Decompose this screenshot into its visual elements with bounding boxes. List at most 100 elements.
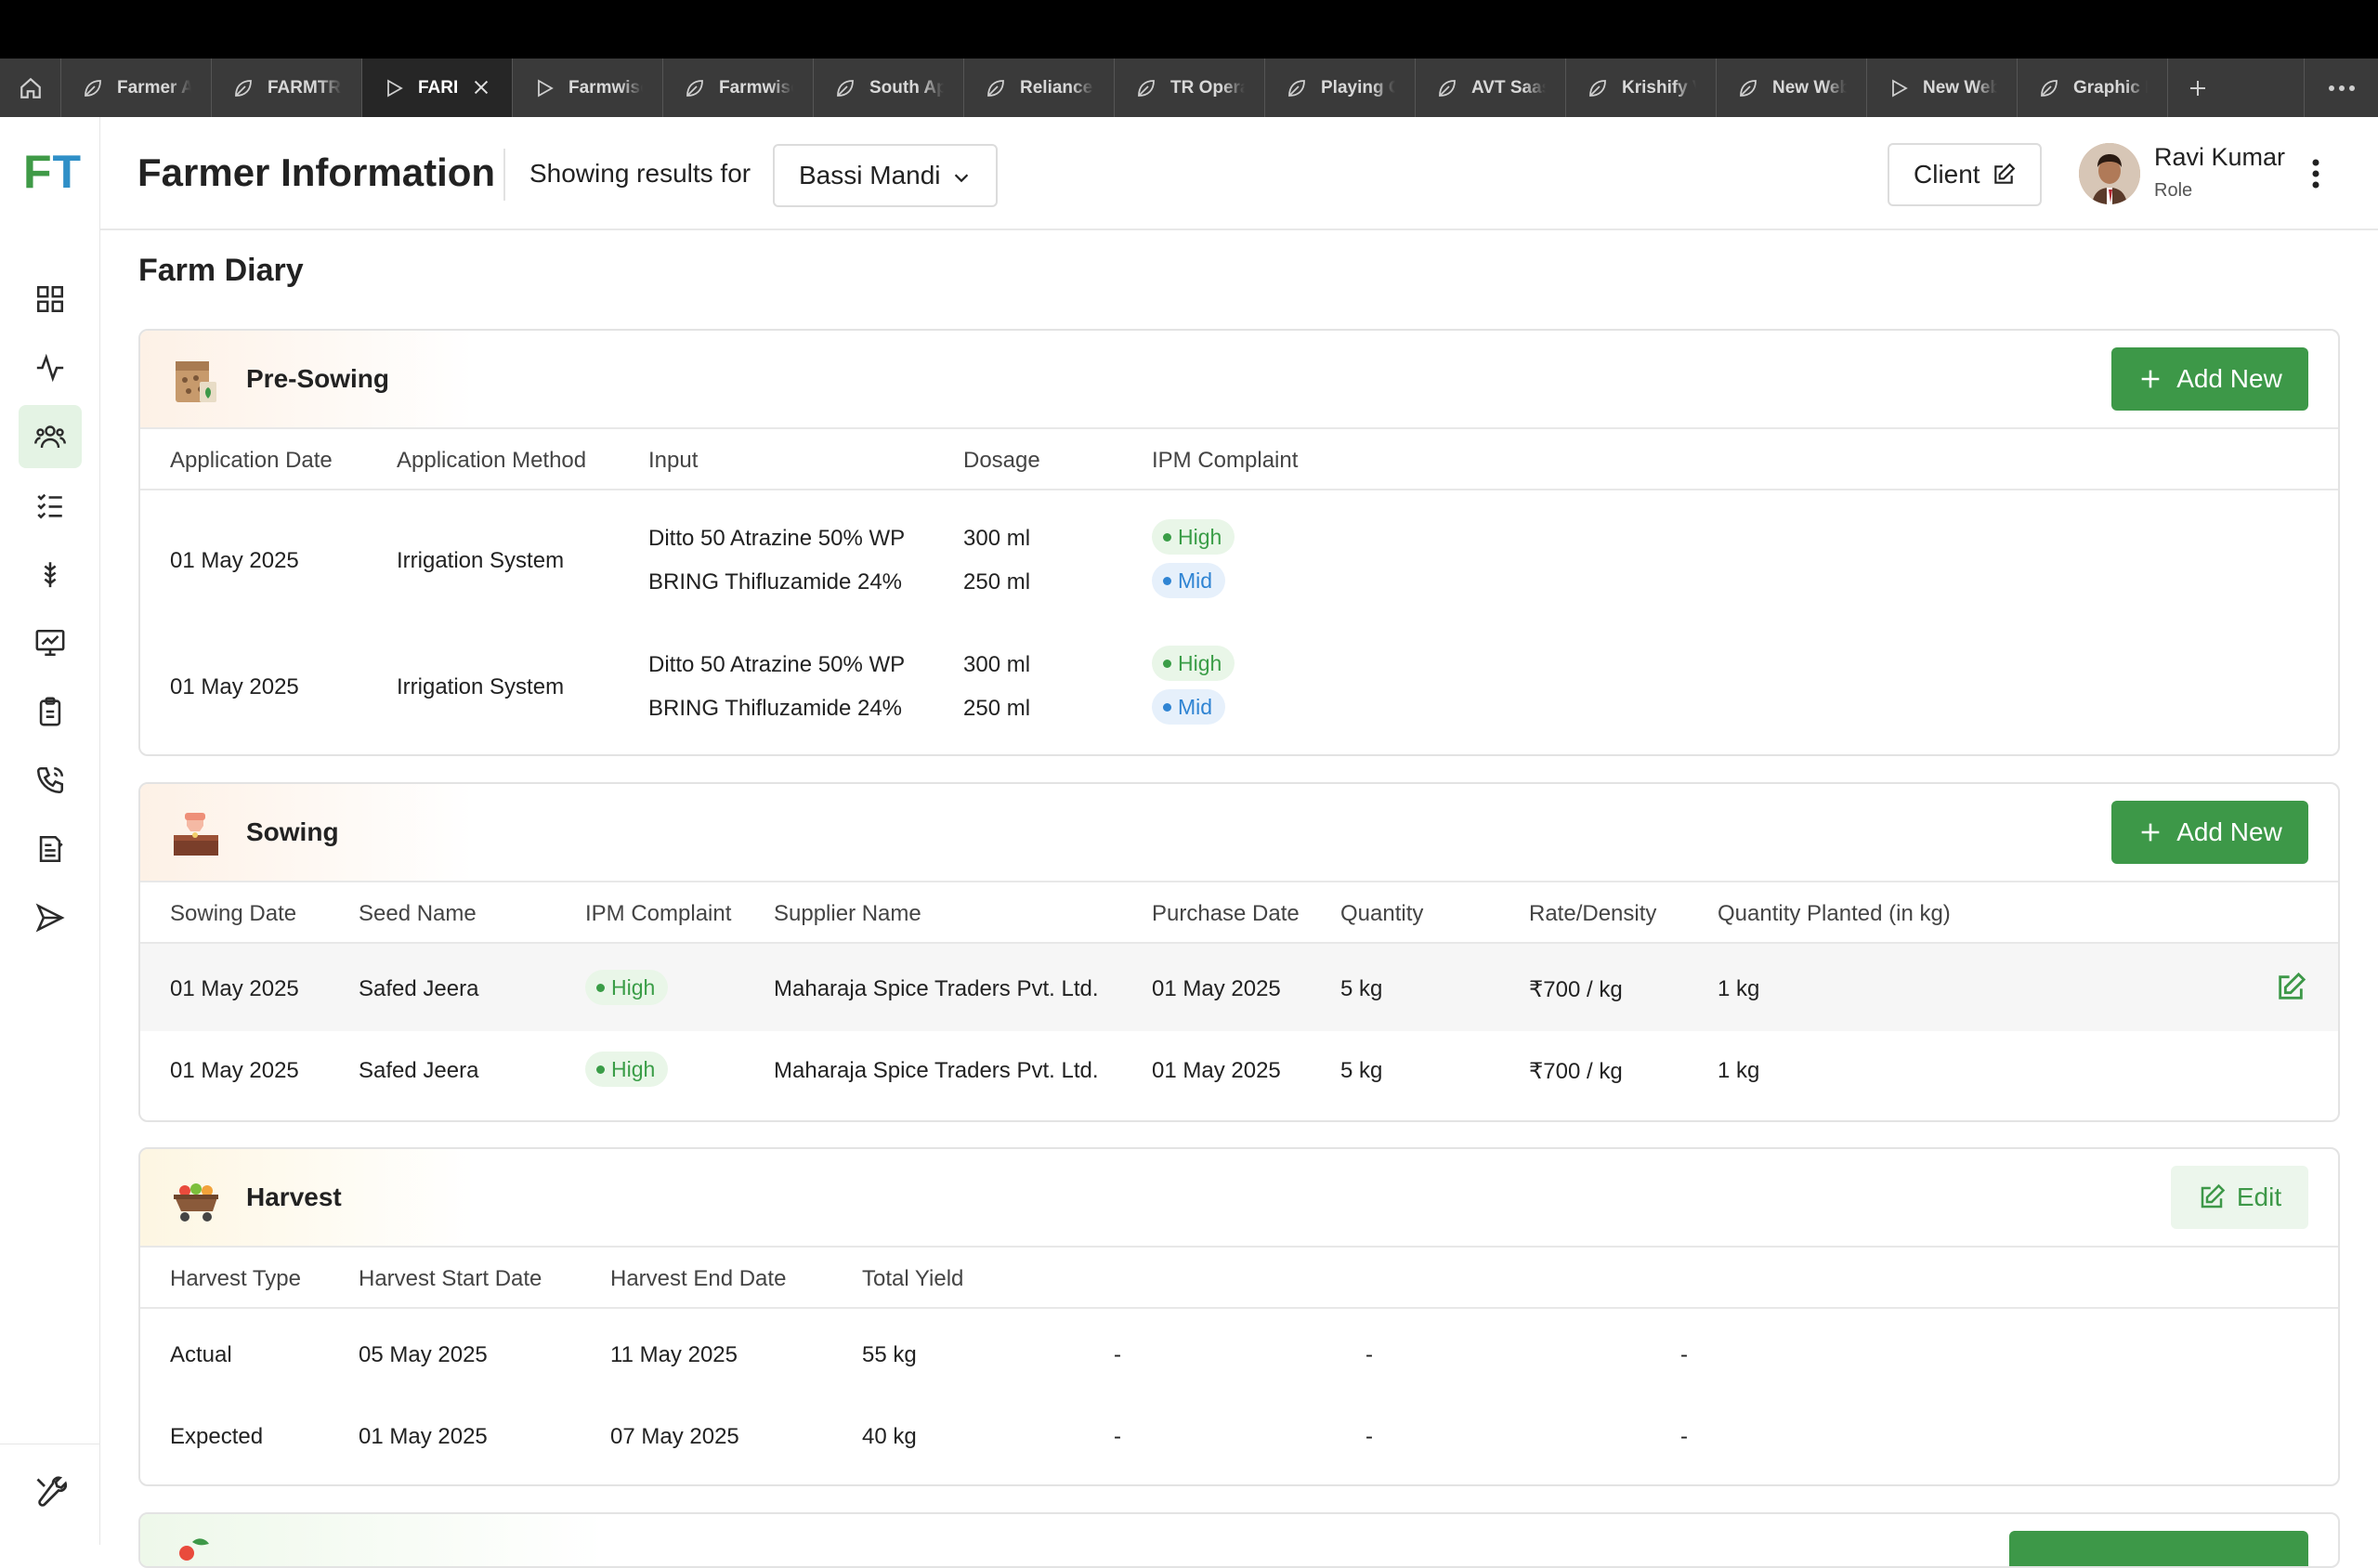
table-row[interactable]: 01 May 2025 Safed Jeera High Maharaja Sp…	[140, 944, 2338, 1031]
section-action-button[interactable]	[2009, 1531, 2308, 1566]
sowing-hand-icon	[174, 813, 218, 856]
ipm-badge-mid: Mid	[1152, 563, 1226, 598]
page-title: Farmer Information	[137, 150, 496, 194]
app-logo[interactable]: FT	[23, 145, 82, 199]
nav-tasks[interactable]	[19, 474, 82, 537]
browser-tab[interactable]: Graphic D	[2018, 59, 2168, 117]
col-seed-name: Seed Name	[359, 901, 477, 926]
checklist-icon	[37, 493, 62, 519]
table-row: Expected 01 May 2025 07 May 2025 40 kg -…	[140, 1392, 2338, 1476]
dosage: 250 ml	[963, 696, 1031, 721]
tab-label: Graphic D	[2073, 77, 2148, 98]
nav-send[interactable]	[19, 886, 82, 949]
table-row: 01 May 2025 Irrigation System Ditto 50 A…	[140, 490, 2338, 617]
browser-tab[interactable]: AVT Saas	[1416, 59, 1566, 117]
browser-menu-button[interactable]	[2304, 59, 2378, 117]
new-tab-button[interactable]	[2168, 59, 2228, 117]
col-application-method: Application Method	[397, 448, 587, 473]
client-button[interactable]: Client	[1888, 143, 2042, 206]
close-icon[interactable]	[471, 77, 491, 98]
next-section-card	[138, 1512, 2340, 1568]
plus-icon	[2141, 370, 2160, 388]
table-row: 01 May 2025 Irrigation System Ditto 50 A…	[140, 617, 2338, 743]
browser-tab[interactable]: Farmwise	[513, 59, 663, 117]
empty-value: -	[1365, 1424, 1373, 1449]
client-label: Client	[1914, 160, 1980, 189]
col-purchase-date: Purchase Date	[1152, 901, 1300, 926]
home-button[interactable]	[0, 59, 61, 117]
quantity-planted: 1 kg	[1718, 1058, 1760, 1083]
tab-label: Farmwise	[719, 77, 793, 98]
col-ipm-complaint: IPM Complaint	[585, 901, 732, 926]
page-header: Farmer Information Showing results for B…	[100, 117, 2378, 230]
browser-tab[interactable]: Farmer A	[61, 59, 212, 117]
seed-name: Safed Jeera	[359, 1058, 479, 1083]
user-menu-button[interactable]	[2311, 158, 2320, 194]
browser-tab[interactable]: South Ap	[814, 59, 964, 117]
monitor-chart-icon	[35, 629, 65, 657]
harvest-start-date: 01 May 2025	[359, 1424, 488, 1449]
tab-label: Reliance	[1020, 77, 1093, 98]
location-select-value: Bassi Mandi	[799, 161, 941, 189]
browser-tab[interactable]: Playing C	[1265, 59, 1416, 117]
sowing-date: 01 May 2025	[170, 976, 299, 1001]
col-harvest-end-date: Harvest End Date	[610, 1266, 787, 1291]
empty-value: -	[1114, 1424, 1121, 1449]
col-input: Input	[648, 448, 699, 473]
supplier-name: Maharaja Spice Traders Pvt. Ltd.	[774, 1058, 1099, 1083]
total-yield: 40 kg	[862, 1424, 917, 1449]
sowing-add-button[interactable]: Add New	[2111, 801, 2308, 864]
input-name: Ditto 50 Atrazine 50% WP	[648, 526, 906, 551]
browser-tab[interactable]: TR Opera	[1115, 59, 1265, 117]
browser-tab[interactable]: FARMTRA	[212, 59, 362, 117]
nav-reports[interactable]	[19, 817, 82, 881]
nav-analytics[interactable]	[19, 611, 82, 674]
empty-value: -	[1680, 1424, 1688, 1449]
nav-activity[interactable]	[19, 336, 82, 399]
seed-bag-icon	[176, 361, 216, 402]
purchase-date: 01 May 2025	[1152, 1058, 1281, 1083]
pre-sowing-add-button[interactable]: Add New	[2111, 347, 2308, 411]
avatar[interactable]	[2079, 143, 2140, 204]
nav-crops[interactable]	[19, 542, 82, 606]
tab-label: New Web	[1923, 77, 1997, 98]
tab-label: Krishify V	[1622, 77, 1696, 98]
pre-sowing-table-header: Application Date Application Method Inpu…	[140, 429, 2338, 490]
more-horizontal-icon	[2328, 85, 2355, 91]
col-harvest-start-date: Harvest Start Date	[359, 1266, 542, 1291]
empty-value: -	[1365, 1342, 1373, 1367]
browser-tab[interactable]: New Web	[1717, 59, 1867, 117]
chevron-down-icon	[954, 174, 969, 183]
nav-dashboard[interactable]	[19, 268, 82, 331]
edit-icon[interactable]	[2275, 972, 2306, 1003]
harvest-end-date: 07 May 2025	[610, 1424, 739, 1449]
showing-results-label: Showing results for	[529, 159, 751, 188]
home-icon	[20, 77, 41, 98]
dosage: 250 ml	[963, 569, 1031, 595]
tools-icon	[36, 1476, 67, 1507]
rate-density: ₹700 / kg	[1529, 977, 1623, 1002]
table-row: 01 May 2025 Safed Jeera High Maharaja Sp…	[140, 1031, 2338, 1118]
harvest-edit-button[interactable]: Edit	[2171, 1166, 2308, 1229]
supplier-name: Maharaja Spice Traders Pvt. Ltd.	[774, 976, 1099, 1001]
sowing-card: Sowing Add New Sowing Date Seed Name IPM…	[138, 782, 2340, 1122]
location-select[interactable]: Bassi Mandi	[773, 144, 998, 207]
browser-tab[interactable]: New Web	[1867, 59, 2018, 117]
harvest-end-date: 11 May 2025	[610, 1342, 738, 1367]
leaf-icon	[686, 79, 703, 97]
nav-clipboard[interactable]	[19, 680, 82, 743]
browser-tab[interactable]: Krishify V	[1566, 59, 1717, 117]
nav-settings[interactable]	[19, 1460, 82, 1523]
browser-tab[interactable]: Reliance	[964, 59, 1115, 117]
add-new-label: Add New	[2176, 364, 2282, 393]
nav-farmers[interactable]	[19, 405, 82, 468]
tab-label: Playing C	[1321, 77, 1395, 98]
nav-calls[interactable]	[19, 749, 82, 812]
play-icon	[538, 78, 554, 98]
browser-tab[interactable]: Farmwise	[663, 59, 814, 117]
browser-tab[interactable]: FARI	[362, 59, 513, 117]
tab-label: New Web	[1772, 77, 1847, 98]
ipm-badge-high: High	[1152, 519, 1235, 555]
harvest-table-header: Harvest Type Harvest Start Date Harvest …	[140, 1248, 2338, 1309]
clipboard-icon	[39, 697, 61, 726]
